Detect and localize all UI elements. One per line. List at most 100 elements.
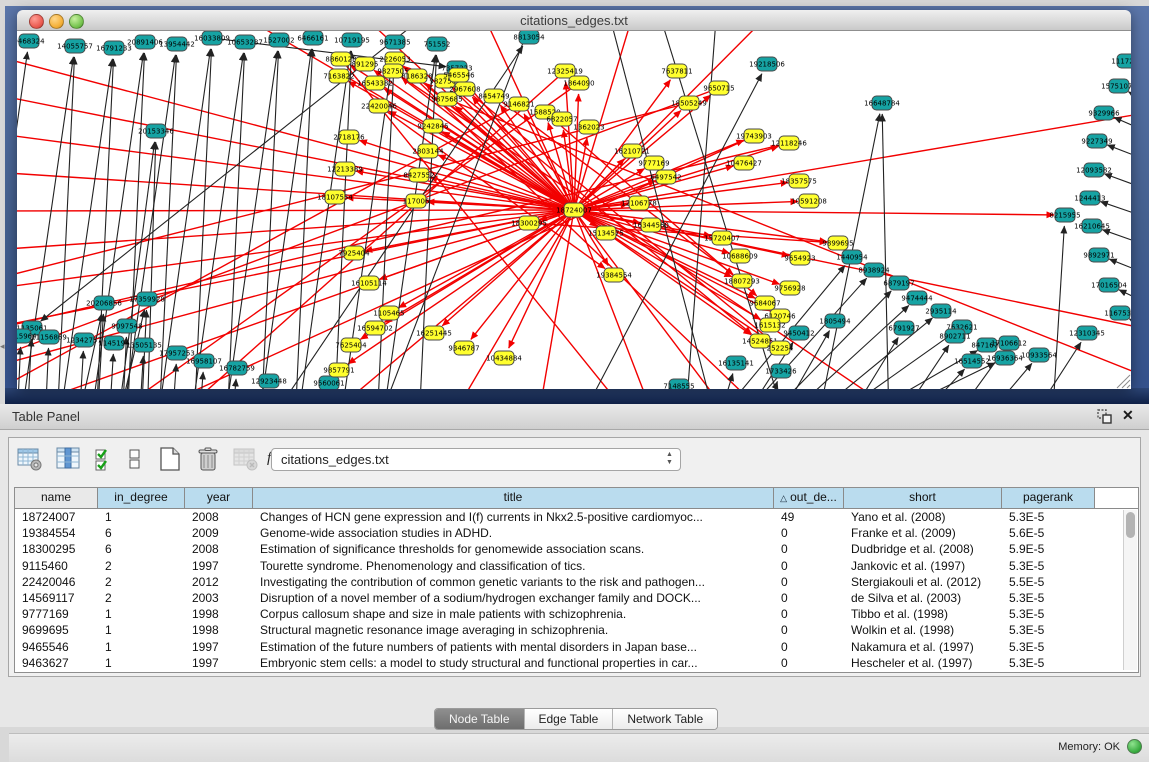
network-node[interactable]: 117006 xyxy=(403,194,430,208)
column-header-pagerank[interactable]: pagerank xyxy=(1002,488,1095,508)
table-row[interactable]: 2242004622012Investigating the contribut… xyxy=(15,574,1138,590)
table-panel-header[interactable]: Table Panel ✕ xyxy=(0,404,1149,430)
table-cell[interactable]: 0 xyxy=(774,541,844,557)
panel-collapse-arrow-icon[interactable]: ◂ xyxy=(0,340,6,352)
table-cell[interactable]: 0 xyxy=(774,558,844,574)
table-cell[interactable]: 2 xyxy=(98,558,185,574)
network-node[interactable]: 16135141 xyxy=(718,356,754,370)
network-node[interactable]: 7637811 xyxy=(661,64,692,78)
table-settings-icon[interactable] xyxy=(17,446,43,472)
network-node[interactable]: 1117218 xyxy=(1111,54,1131,68)
table-cell[interactable]: 1 xyxy=(98,622,185,638)
network-node[interactable]: 1440954 xyxy=(836,250,868,264)
table-cell[interactable]: Dudbridge et al. (2008) xyxy=(844,541,1002,557)
network-node[interactable]: 10719195 xyxy=(334,33,370,47)
table-cell[interactable]: 49 xyxy=(774,509,844,525)
table-cell[interactable]: 9465546 xyxy=(15,639,98,655)
network-node[interactable]: 9650715 xyxy=(703,81,734,95)
table-cell[interactable]: 5.3E-5 xyxy=(1002,606,1095,622)
network-node[interactable]: 9227349 xyxy=(1081,134,1112,148)
tab-network-table[interactable]: Network Table xyxy=(613,709,717,729)
network-node[interactable]: 7625404 xyxy=(335,338,367,352)
close-panel-icon[interactable]: ✕ xyxy=(1122,407,1134,424)
network-node[interactable]: 9857791 xyxy=(323,363,354,377)
table-cell[interactable]: Nakamura et al. (1997) xyxy=(844,639,1002,655)
network-node[interactable]: 10688609 xyxy=(722,249,758,263)
column-header-year[interactable]: year xyxy=(185,488,253,508)
network-node[interactable]: 252254 xyxy=(767,341,794,355)
network-node[interactable]: 9756928 xyxy=(774,281,805,295)
table-cell[interactable]: Franke et al. (2009) xyxy=(844,525,1002,541)
table-cell[interactable]: Hescheler et al. (1997) xyxy=(844,655,1002,671)
table-cell[interactable]: Stergiakouli et al. (2012) xyxy=(844,574,1002,590)
window-titlebar[interactable]: citations_edges.txt xyxy=(17,10,1131,31)
network-node[interactable]: 16648784 xyxy=(864,96,900,110)
select-rows-icon[interactable] xyxy=(93,446,119,472)
scrollbar-thumb[interactable] xyxy=(1126,512,1135,538)
network-node[interactable]: 13954442 xyxy=(159,37,195,51)
table-cell[interactable]: 9777169 xyxy=(15,606,98,622)
network-node[interactable]: 16782759 xyxy=(219,361,255,375)
network-node[interactable]: 18357575 xyxy=(781,174,817,188)
network-node[interactable]: 17016504 xyxy=(1091,278,1127,292)
table-cell[interactable]: 22420046 xyxy=(15,574,98,590)
table-cell[interactable]: 0 xyxy=(774,655,844,671)
network-node[interactable]: 20153346 xyxy=(138,124,174,138)
network-node[interactable]: 10434884 xyxy=(486,351,522,365)
table-cell[interactable]: 5.9E-5 xyxy=(1002,541,1095,557)
vertical-scrollbar[interactable] xyxy=(1123,510,1137,670)
table-cell[interactable]: Embryonic stem cells: a model to study s… xyxy=(253,655,774,671)
table-cell[interactable]: 0 xyxy=(774,622,844,638)
table-cell[interactable]: 1997 xyxy=(185,639,253,655)
table-row[interactable]: 969969511998Structural magnetic resonanc… xyxy=(15,622,1138,638)
network-node[interactable]: 19218506 xyxy=(749,57,785,71)
table-row[interactable]: 1830029562008Estimation of significance … xyxy=(15,541,1138,557)
table-cell[interactable]: Changes of HCN gene expression and I(f) … xyxy=(253,509,774,525)
network-node[interactable]: 751552 xyxy=(424,37,451,51)
table-cell[interactable]: Yano et al. (2008) xyxy=(844,509,1002,525)
network-node[interactable]: 12118246 xyxy=(771,136,807,150)
table-cell[interactable]: 5.6E-5 xyxy=(1002,525,1095,541)
column-header-out_de[interactable]: △out_de... xyxy=(774,488,844,508)
network-node[interactable]: 9468324 xyxy=(17,34,45,48)
table-cell[interactable]: 0 xyxy=(774,639,844,655)
network-node[interactable]: 2935114 xyxy=(925,304,957,318)
table-row[interactable]: 946362711997Embryonic stem cells: a mode… xyxy=(15,655,1138,671)
network-node[interactable]: 891295 xyxy=(352,57,379,71)
merge-rows-icon[interactable] xyxy=(127,446,143,472)
table-cell[interactable]: de Silva et al. (2003) xyxy=(844,590,1002,606)
table-row[interactable]: 946554611997Estimation of the future num… xyxy=(15,639,1138,655)
table-row[interactable]: 977716911998Corpus callosum shape and si… xyxy=(15,606,1138,622)
table-cell[interactable]: 6 xyxy=(98,525,185,541)
new-table-icon[interactable] xyxy=(157,446,183,472)
tab-node-table[interactable]: Node Table xyxy=(435,709,525,729)
table-cell[interactable]: 1997 xyxy=(185,655,253,671)
table-cell[interactable]: 5.3E-5 xyxy=(1002,655,1095,671)
table-cell[interactable]: 19384554 xyxy=(15,525,98,541)
table-cell[interactable]: 18724007 xyxy=(15,509,98,525)
network-node[interactable]: 15751074 xyxy=(1101,79,1131,93)
table-cell[interactable]: 1998 xyxy=(185,622,253,638)
tab-edge-table[interactable]: Edge Table xyxy=(525,709,614,729)
table-cell[interactable]: 5.5E-5 xyxy=(1002,574,1095,590)
table-cell[interactable]: 14569117 xyxy=(15,590,98,606)
column-chooser-icon[interactable] xyxy=(55,446,81,472)
resize-grip-icon[interactable] xyxy=(1117,375,1130,388)
network-node[interactable]: 10653287 xyxy=(227,35,263,49)
network-node[interactable]: 9097548 xyxy=(111,319,142,333)
table-cell[interactable]: Structural magnetic resonance image aver… xyxy=(253,622,774,638)
network-node[interactable]: 9560061 xyxy=(313,376,344,389)
network-canvas[interactable]: 1872400794683241405575716791233208914061… xyxy=(17,31,1131,389)
table-selector-dropdown[interactable]: citations_edges.txt ▲▼ xyxy=(271,448,681,471)
network-node[interactable]: 9474444 xyxy=(901,291,933,305)
network-node[interactable]: 16514552 xyxy=(954,354,990,368)
network-node[interactable]: 8813054 xyxy=(513,31,545,44)
table-cell[interactable]: 6 xyxy=(98,541,185,557)
table-cell[interactable]: 2 xyxy=(98,574,185,590)
table-cell[interactable]: 2008 xyxy=(185,541,253,557)
network-node[interactable]: 16936364 xyxy=(987,351,1023,365)
network-node[interactable]: 20891406 xyxy=(127,35,163,49)
table-row[interactable]: 1872400712008Changes of HCN gene express… xyxy=(15,509,1138,525)
network-node[interactable]: 6466161 xyxy=(297,31,328,45)
network-node[interactable]: 12923448 xyxy=(251,374,287,388)
